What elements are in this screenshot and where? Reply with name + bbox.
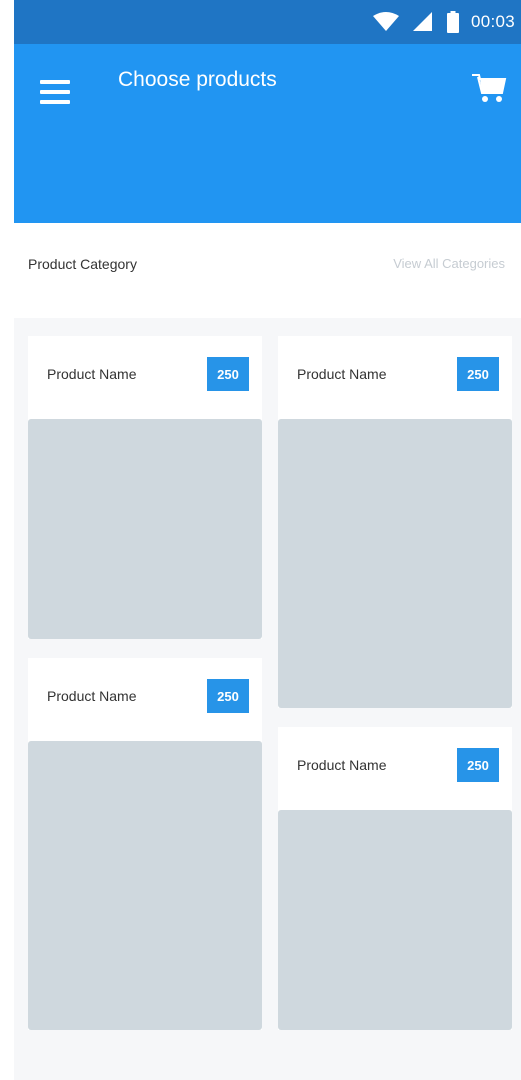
status-icons: 00:03 [372, 0, 515, 44]
app-bar: Choose products [14, 44, 521, 223]
price-badge: 250 [207, 357, 249, 391]
product-image[interactable] [28, 741, 262, 1030]
category-header: Product Category View All Categories [14, 223, 521, 318]
price-badge: 250 [207, 679, 249, 713]
page-title: Choose products [118, 68, 277, 91]
shopping-cart-icon[interactable] [471, 71, 507, 105]
product-card[interactable]: Product Name 250 [28, 658, 262, 1030]
hamburger-menu-icon[interactable] [40, 80, 70, 104]
product-card[interactable]: Product Name 250 [278, 336, 512, 708]
product-name: Product Name [47, 688, 137, 704]
view-all-categories-link[interactable]: View All Categories [393, 256, 505, 271]
product-image[interactable] [278, 810, 512, 1030]
product-card[interactable]: Product Name 250 [278, 727, 512, 1030]
price-badge: 250 [457, 748, 499, 782]
status-bar: 00:03 [14, 0, 521, 44]
product-name: Product Name [297, 366, 387, 382]
status-time: 00:03 [470, 12, 515, 31]
product-name: Product Name [297, 757, 387, 773]
wifi-icon [372, 12, 399, 32]
product-image[interactable] [278, 419, 512, 708]
product-name: Product Name [47, 366, 137, 382]
product-card[interactable]: Product Name 250 [28, 336, 262, 639]
battery-icon [446, 11, 459, 33]
category-title: Product Category [28, 256, 137, 272]
product-image[interactable] [28, 419, 262, 639]
app-screen: 00:03 Choose products Product Category V… [14, 0, 521, 1080]
price-badge: 250 [457, 357, 499, 391]
cellular-signal-icon [412, 12, 433, 32]
